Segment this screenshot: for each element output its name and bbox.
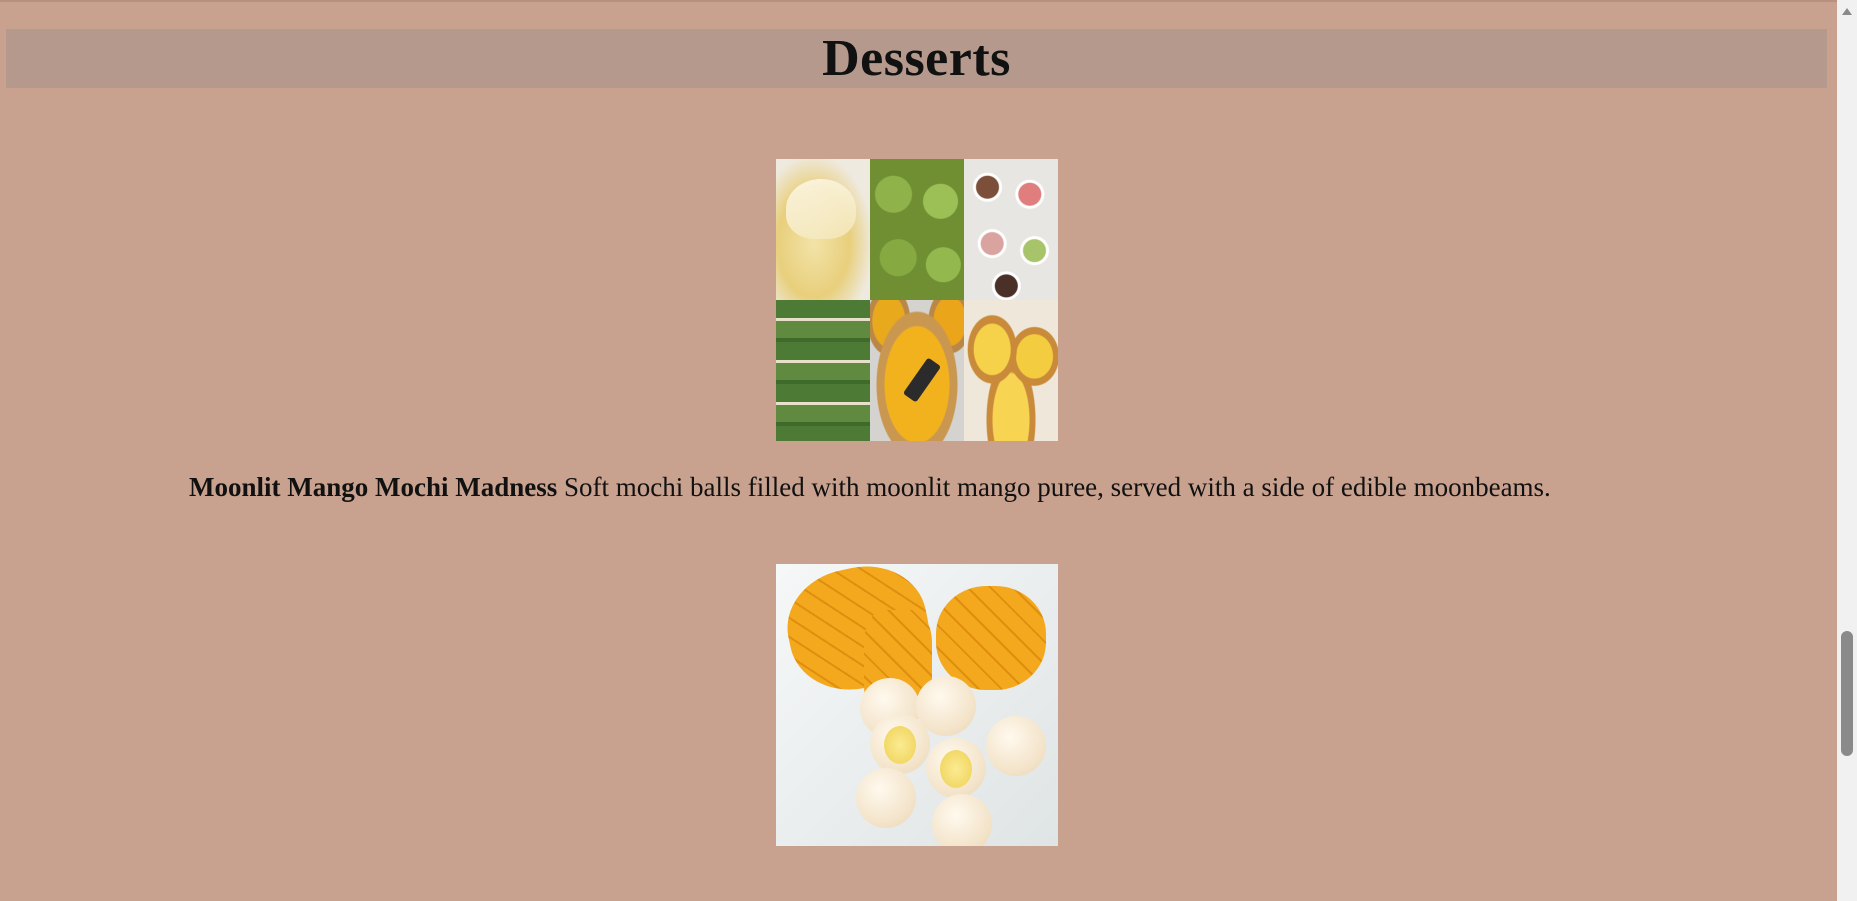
mango-mochi-image	[776, 564, 1058, 846]
page-viewport: Desserts Moonlit Mango Mochi Madness Sof…	[0, 0, 1837, 901]
tart-tile	[870, 300, 964, 441]
matcha-bars-tile	[776, 300, 870, 441]
dessert-description: Moonlit Mango Mochi Madness Soft mochi b…	[189, 471, 1629, 504]
dessert-description-text: Soft mochi balls filled with moonlit man…	[564, 472, 1551, 502]
desserts-collage-image	[776, 159, 1058, 441]
page-title: Desserts	[822, 30, 1011, 87]
dessert-name: Moonlit Mango Mochi Madness	[189, 472, 558, 502]
vertical-scrollbar[interactable]	[1837, 0, 1857, 901]
egg-tarts-tile	[964, 300, 1058, 441]
mochi-ball	[986, 716, 1046, 776]
donuts-tile	[964, 159, 1058, 300]
mochi-ball	[856, 768, 916, 828]
scrollbar-thumb[interactable]	[1841, 631, 1853, 756]
mango-slice	[936, 586, 1046, 690]
matcha-cookies-tile	[870, 159, 964, 300]
mochi-ball	[926, 738, 986, 798]
page-header: Desserts	[6, 29, 1827, 88]
mochi-ball	[932, 794, 992, 846]
cheesecake-tile	[776, 159, 870, 300]
arrow-up-icon[interactable]	[1842, 8, 1852, 15]
mochi-ball	[916, 676, 976, 736]
